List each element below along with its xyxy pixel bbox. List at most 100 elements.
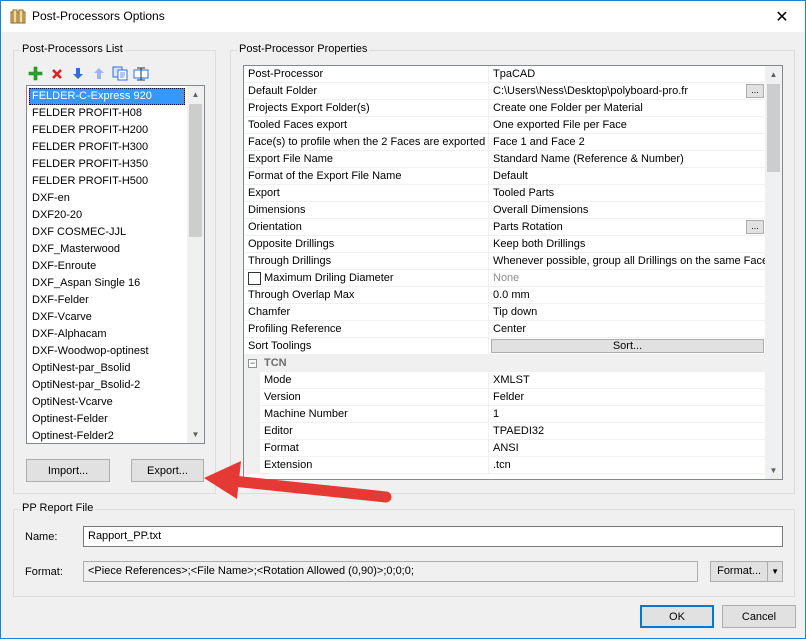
property-value[interactable]: 0.0 mm bbox=[489, 287, 766, 303]
property-value[interactable]: XMLST bbox=[489, 372, 766, 388]
property-row[interactable]: Default Folder C:\Users\Ness\Desktop\poly… bbox=[244, 83, 766, 100]
property-value[interactable]: None bbox=[489, 270, 766, 286]
export-button[interactable]: Export... bbox=[131, 459, 204, 482]
property-row[interactable]: Dimensions Overall Dimensions bbox=[244, 202, 766, 219]
list-item[interactable]: DXF_Masterwood bbox=[29, 241, 185, 258]
list-item[interactable]: DXF-Woodwop-optinest bbox=[29, 343, 185, 360]
property-value[interactable]: Overall Dimensions bbox=[489, 202, 766, 218]
cancel-button[interactable]: Cancel bbox=[722, 605, 796, 628]
scroll-up-icon[interactable]: ▲ bbox=[187, 86, 204, 103]
report-name-input[interactable]: Rapport_PP.txt bbox=[83, 526, 783, 547]
property-value[interactable]: Sort... bbox=[489, 338, 766, 354]
chevron-down-icon[interactable]: ▼ bbox=[768, 562, 782, 581]
property-row[interactable]: Extension .tcn bbox=[244, 457, 766, 474]
ok-button[interactable]: OK bbox=[640, 605, 714, 628]
sort-button[interactable]: Sort... bbox=[491, 339, 764, 353]
property-value[interactable]: Center bbox=[489, 321, 766, 337]
copy-icon[interactable] bbox=[111, 65, 128, 82]
scroll-thumb[interactable] bbox=[189, 104, 202, 237]
property-row[interactable]: Format of the Export File Name Default bbox=[244, 168, 766, 185]
property-row[interactable]: Tooled Faces export One exported File per… bbox=[244, 117, 766, 134]
list-item[interactable]: DXF-Felder bbox=[29, 292, 185, 309]
scroll-thumb[interactable] bbox=[767, 84, 780, 172]
property-value[interactable]: Default bbox=[489, 168, 766, 184]
scroll-down-icon[interactable]: ▼ bbox=[765, 462, 782, 479]
list-item[interactable]: FELDER PROFIT-H08 bbox=[29, 105, 185, 122]
property-row[interactable]: Editor TPAEDI32 bbox=[244, 423, 766, 440]
property-value[interactable]: Parts Rotation... bbox=[489, 219, 766, 235]
post-processors-listbox[interactable]: FELDER-C-Express 920 FELDER PROFIT-H08 FEL… bbox=[26, 85, 205, 444]
list-item[interactable]: OptiNest-par_Bsolid bbox=[29, 360, 185, 377]
list-item[interactable]: FELDER-C-Express 920 bbox=[29, 88, 185, 105]
property-value[interactable]: Felder bbox=[489, 389, 766, 405]
list-item[interactable]: Optinest-Felder bbox=[29, 411, 185, 428]
report-format-field[interactable]: <Piece References>;<File Name>;<Rotation… bbox=[83, 561, 698, 582]
list-item[interactable]: DXF COSMEC-JJL bbox=[29, 224, 185, 241]
property-row[interactable]: Orientation Parts Rotation... bbox=[244, 219, 766, 236]
rename-icon[interactable] bbox=[132, 65, 149, 82]
property-value[interactable]: Whenever possible, group all Drillings o… bbox=[489, 253, 766, 269]
property-row[interactable]: Export Tooled Parts bbox=[244, 185, 766, 202]
list-item[interactable]: Optinest-Felder2 bbox=[29, 428, 185, 443]
list-scrollbar[interactable]: ▲ ▼ bbox=[187, 86, 204, 443]
property-value[interactable]: TpaCAD bbox=[489, 66, 766, 82]
close-button[interactable]: ✕ bbox=[759, 1, 805, 32]
list-item[interactable]: FELDER PROFIT-H500 bbox=[29, 173, 185, 190]
scroll-down-icon[interactable]: ▼ bbox=[187, 426, 204, 443]
add-icon[interactable] bbox=[27, 65, 44, 82]
property-row[interactable]: Opposite Drillings Keep both Drillings bbox=[244, 236, 766, 253]
max-drilling-diameter-checkbox[interactable] bbox=[248, 272, 261, 285]
property-row[interactable]: Mode XMLST bbox=[244, 372, 766, 389]
property-value[interactable]: TPAEDI32 bbox=[489, 423, 766, 439]
property-row[interactable]: Projects Export Folder(s) Create one Fold… bbox=[244, 100, 766, 117]
property-value[interactable]: Standard Name (Reference & Number) bbox=[489, 151, 766, 167]
property-name-text: Editor bbox=[264, 425, 293, 437]
property-value[interactable]: One exported File per Face bbox=[489, 117, 766, 133]
delete-icon[interactable] bbox=[48, 65, 65, 82]
property-row[interactable]: Sort Toolings Sort... bbox=[244, 338, 766, 355]
list-item[interactable]: DXF_Aspan Single 16 bbox=[29, 275, 185, 292]
app-icon bbox=[10, 9, 26, 25]
property-value[interactable]: C:\Users\Ness\Desktop\polyboard-pro.fr..… bbox=[489, 83, 766, 99]
list-item[interactable]: DXF20-20 bbox=[29, 207, 185, 224]
property-row[interactable]: Maximum Driling Diameter None bbox=[244, 270, 766, 287]
format-split-button[interactable]: Format... ▼ bbox=[710, 561, 783, 582]
browse-button[interactable]: ... bbox=[746, 220, 764, 234]
import-button[interactable]: Import... bbox=[26, 459, 110, 482]
property-grid-scrollbar[interactable]: ▲ ▼ bbox=[765, 66, 782, 479]
move-down-icon[interactable] bbox=[69, 65, 86, 82]
property-row[interactable]: Profiling Reference Center bbox=[244, 321, 766, 338]
property-row[interactable]: Face(s) to profile when the 2 Faces are … bbox=[244, 134, 766, 151]
browse-button[interactable]: ... bbox=[746, 84, 764, 98]
list-item[interactable]: DXF-Vcarve bbox=[29, 309, 185, 326]
list-item[interactable]: FELDER PROFIT-H200 bbox=[29, 122, 185, 139]
property-row[interactable]: Post-Processor TpaCAD bbox=[244, 66, 766, 83]
format-button[interactable]: Format... bbox=[711, 562, 769, 581]
list-item[interactable]: DXF-Alphacam bbox=[29, 326, 185, 343]
property-value[interactable]: Create one Folder per Material bbox=[489, 100, 766, 116]
property-value[interactable]: ANSI bbox=[489, 440, 766, 456]
property-value[interactable]: Face 1 and Face 2 bbox=[489, 134, 766, 150]
property-value[interactable]: 1 bbox=[489, 406, 766, 422]
list-item[interactable]: DXF-Enroute bbox=[29, 258, 185, 275]
move-up-icon[interactable] bbox=[90, 65, 107, 82]
property-row[interactable]: Chamfer Tip down bbox=[244, 304, 766, 321]
list-item[interactable]: OptiNest-Vcarve bbox=[29, 394, 185, 411]
property-value[interactable]: Tip down bbox=[489, 304, 766, 320]
property-value[interactable]: Keep both Drillings bbox=[489, 236, 766, 252]
list-item[interactable]: DXF-en bbox=[29, 190, 185, 207]
property-value[interactable]: Tooled Parts bbox=[489, 185, 766, 201]
list-item[interactable]: FELDER PROFIT-H300 bbox=[29, 139, 185, 156]
property-row[interactable]: Format ANSI bbox=[244, 440, 766, 457]
property-value[interactable]: .tcn bbox=[489, 457, 766, 473]
property-row[interactable]: Through Drillings Whenever possible, grou… bbox=[244, 253, 766, 270]
list-item[interactable]: FELDER PROFIT-H350 bbox=[29, 156, 185, 173]
scroll-up-icon[interactable]: ▲ bbox=[765, 66, 782, 83]
property-row[interactable]: Version Felder bbox=[244, 389, 766, 406]
category-row-tcn[interactable]: − TCN bbox=[244, 355, 766, 372]
property-name-text: Export bbox=[248, 187, 280, 199]
list-item[interactable]: OptiNest-par_Bsolid-2 bbox=[29, 377, 185, 394]
property-row[interactable]: Machine Number 1 bbox=[244, 406, 766, 423]
property-row[interactable]: Export File Name Standard Name (Reference… bbox=[244, 151, 766, 168]
property-row[interactable]: Through Overlap Max 0.0 mm bbox=[244, 287, 766, 304]
